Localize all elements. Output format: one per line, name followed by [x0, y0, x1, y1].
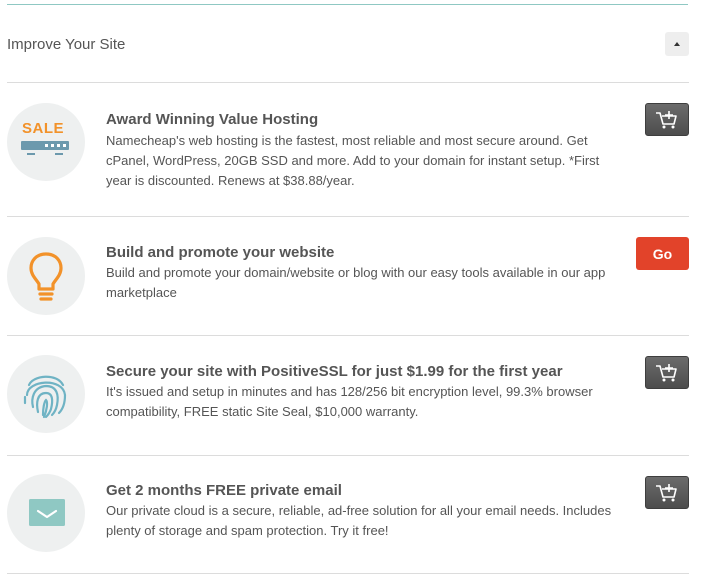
- go-button[interactable]: Go: [636, 237, 689, 270]
- sale-label: SALE: [22, 120, 65, 137]
- top-accent-line: [7, 4, 688, 5]
- item-description: It's issued and setup in minutes and has…: [106, 384, 593, 419]
- divider: [7, 82, 689, 83]
- item-description: Our private cloud is a secure, reliable,…: [106, 503, 612, 538]
- cart-icon: [656, 363, 677, 381]
- item-description: Build and promote your domain/website or…: [106, 265, 606, 300]
- list-item-hosting: SALE Award Winning Value Hosting Nameche…: [7, 103, 689, 203]
- list-item-build-website: Build and promote your website Build and…: [7, 237, 689, 317]
- lightbulb-icon: [7, 237, 85, 315]
- sale-server-icon: SALE: [7, 103, 85, 181]
- item-title: Secure your site with PositiveSSL for ju…: [106, 363, 563, 380]
- item-description: Namecheap's web hosting is the fastest, …: [106, 133, 600, 188]
- list-item-positivessl: Secure your site with PositiveSSL for ju…: [7, 355, 689, 435]
- item-title: Award Winning Value Hosting: [106, 111, 319, 128]
- list-item-private-email: Get 2 months FREE private email Our priv…: [7, 474, 689, 554]
- item-title: Build and promote your website: [106, 244, 335, 261]
- caret-up-icon: [674, 42, 680, 46]
- section-header: Improve Your Site: [7, 22, 689, 66]
- add-to-cart-button[interactable]: [645, 356, 689, 389]
- divider: [7, 216, 689, 217]
- cart-icon: [656, 110, 677, 128]
- cart-icon: [656, 483, 677, 501]
- section-title: Improve Your Site: [7, 36, 126, 53]
- envelope-icon: [7, 474, 85, 552]
- add-to-cart-button[interactable]: [645, 476, 689, 509]
- item-title: Get 2 months FREE private email: [106, 482, 342, 499]
- divider: [7, 455, 689, 456]
- add-to-cart-button[interactable]: [645, 103, 689, 136]
- fingerprint-icon: [7, 355, 85, 433]
- divider: [7, 573, 689, 574]
- collapse-button[interactable]: [665, 32, 689, 56]
- divider: [7, 335, 689, 336]
